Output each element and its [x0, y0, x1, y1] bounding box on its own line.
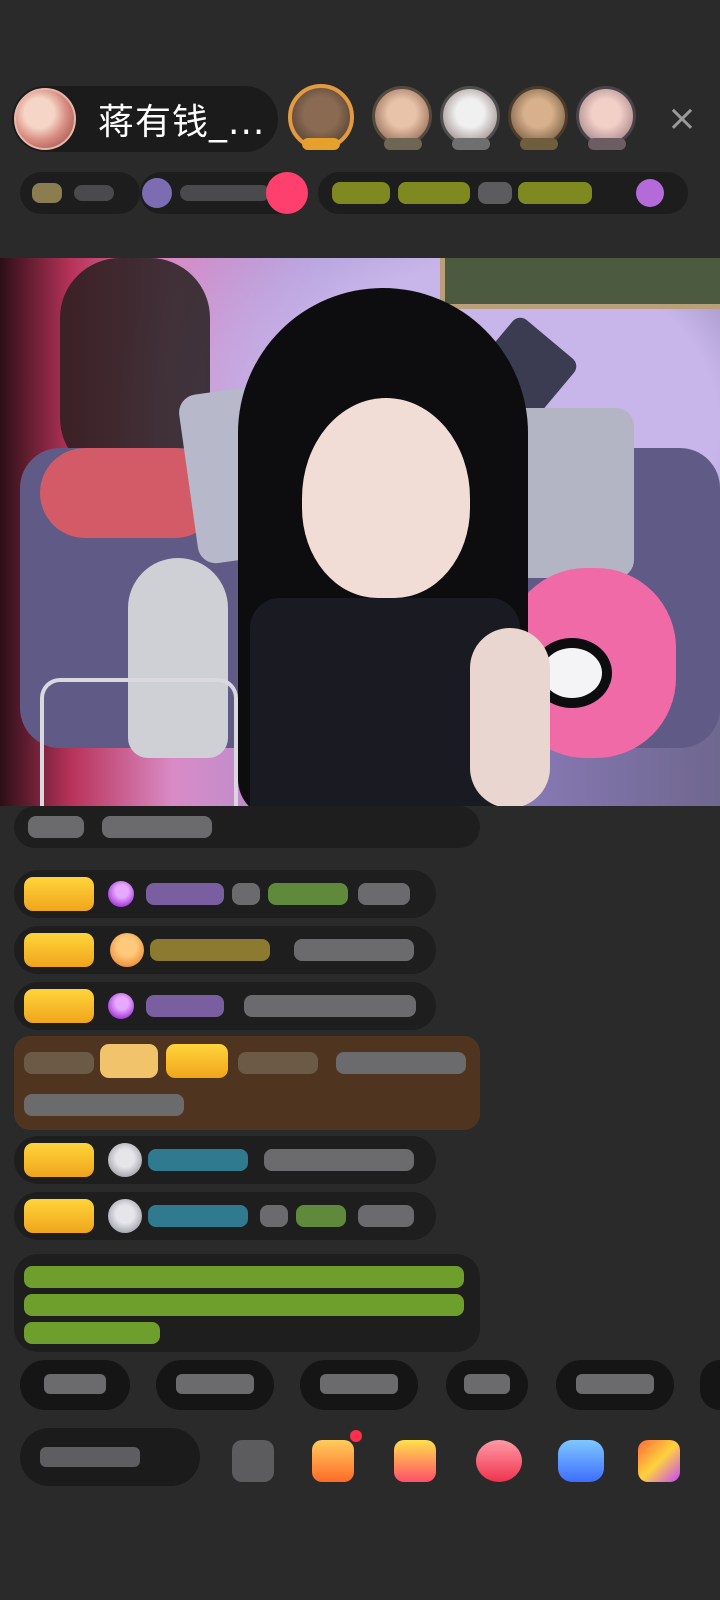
- viewer-avatar-2[interactable]: [372, 86, 432, 146]
- record-icon[interactable]: [266, 172, 308, 214]
- info-chip[interactable]: [20, 172, 140, 214]
- viewer-avatar-3[interactable]: [440, 86, 500, 146]
- info-chip[interactable]: [318, 172, 688, 214]
- close-icon[interactable]: ×: [664, 101, 700, 138]
- chat-message-notice: [14, 1254, 480, 1352]
- chat-message-gift[interactable]: [14, 1036, 480, 1130]
- level-badge: [24, 1199, 94, 1233]
- quick-reply-chip[interactable]: [156, 1360, 274, 1410]
- game-controller-icon[interactable]: [558, 1440, 604, 1482]
- gray-avatar-icon: [108, 1143, 142, 1177]
- viewer-avatar-4[interactable]: [508, 86, 568, 146]
- level-badge: [24, 1143, 94, 1177]
- chat-message[interactable]: [14, 926, 436, 974]
- quick-reply-chip[interactable]: [700, 1360, 720, 1410]
- wall-frame: [440, 258, 720, 309]
- gift-badge: [100, 1044, 158, 1078]
- host-info-pill[interactable]: 蒋有钱_...: [12, 86, 278, 152]
- quick-reply-chip[interactable]: [20, 1360, 130, 1410]
- level-badge: [24, 933, 94, 967]
- host-name: 蒋有钱_...: [98, 102, 266, 143]
- chat-message-system: [14, 806, 480, 848]
- more-apps-icon[interactable]: [638, 1440, 680, 1482]
- chat-message[interactable]: [14, 870, 436, 918]
- chat-message[interactable]: [14, 1192, 436, 1240]
- microphone-stand: [40, 678, 238, 806]
- quick-reply-chip[interactable]: [446, 1360, 528, 1410]
- chat-message[interactable]: [14, 1136, 436, 1184]
- host-avatar[interactable]: [14, 88, 76, 150]
- gray-avatar-icon: [108, 1199, 142, 1233]
- treasure-icon[interactable]: [394, 1440, 436, 1482]
- level-badge: [24, 989, 94, 1023]
- viewer-rank-badge-1: [302, 138, 340, 150]
- level-badge: [24, 877, 94, 911]
- viewer-rank-badge-3: [452, 138, 490, 150]
- chat-message[interactable]: [14, 982, 436, 1030]
- heart-icon[interactable]: [476, 1440, 522, 1482]
- quick-reply-chip[interactable]: [300, 1360, 418, 1410]
- level-badge: [166, 1044, 228, 1078]
- hand-icon: [110, 933, 144, 967]
- viewer-rank-badge-2: [384, 138, 422, 150]
- streamer-arm: [470, 628, 550, 806]
- viewer-avatar-5[interactable]: [576, 86, 636, 146]
- quick-reply-chip[interactable]: [556, 1360, 674, 1410]
- diamond-icon: [102, 987, 140, 1025]
- live-video-feed[interactable]: [0, 258, 720, 806]
- comment-input[interactable]: [20, 1428, 200, 1486]
- notification-dot-icon: [350, 1430, 362, 1442]
- streamer-face: [302, 398, 470, 598]
- viewer-rank-badge-4: [520, 138, 558, 150]
- gift-box-icon[interactable]: [312, 1440, 354, 1482]
- diamond-icon: [102, 875, 140, 913]
- viewer-rank-badge-5: [588, 138, 626, 150]
- emoji-icon[interactable]: [232, 1440, 274, 1482]
